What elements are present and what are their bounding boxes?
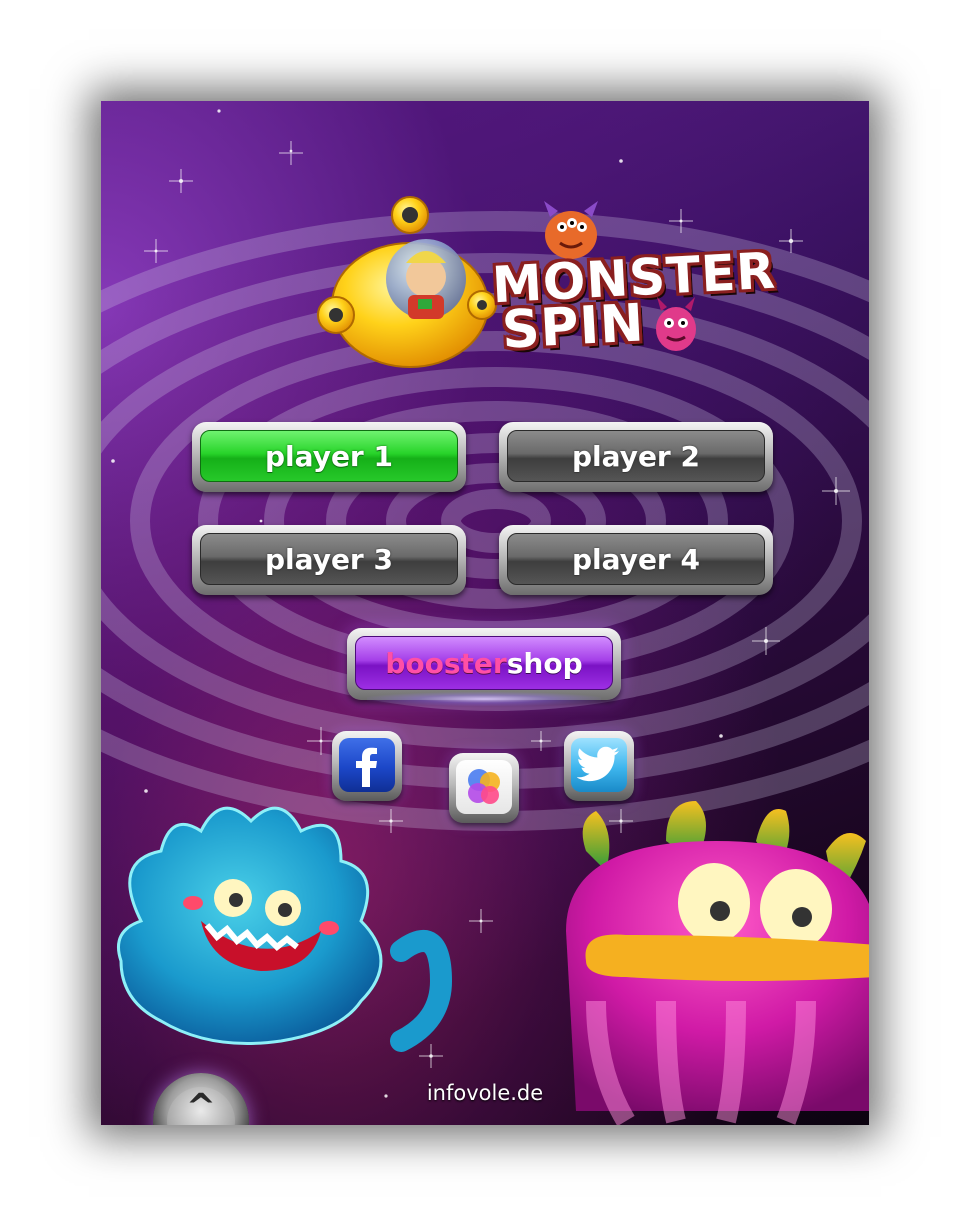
- blue-monster-illustration: [117, 806, 453, 1052]
- player-2-button[interactable]: player 2: [499, 422, 773, 492]
- twitter-icon: [577, 746, 619, 782]
- booster-shop-label-part1: booster: [385, 646, 507, 680]
- player-3-label: player 3: [265, 542, 393, 576]
- player-4-button[interactable]: player 4: [499, 525, 773, 595]
- facebook-button[interactable]: [332, 731, 402, 801]
- player-3-button[interactable]: player 3: [192, 525, 466, 595]
- game-screen: MONSTER SPIN player 1 player 2 player 3 …: [101, 101, 869, 1125]
- pink-monster-illustration: [566, 801, 869, 1125]
- credit-text: infovole.de: [426, 1081, 544, 1105]
- player-4-label: player 4: [572, 542, 700, 576]
- spaceship-pilot-icon: [317, 196, 497, 368]
- player-2-label: player 2: [572, 439, 700, 473]
- booster-shop-button[interactable]: booster shop: [347, 628, 621, 706]
- logo-title-line2: SPIN: [500, 293, 646, 361]
- player-1-button[interactable]: player 1: [192, 422, 466, 492]
- player-1-label: player 1: [265, 439, 393, 473]
- facebook-icon: [356, 747, 377, 787]
- game-center-icon: [468, 769, 500, 804]
- booster-shop-label-part2: shop: [506, 646, 583, 680]
- sparkle-effect: [367, 692, 601, 706]
- pink-monster-icon: [656, 297, 696, 351]
- monster-spin-logo: MONSTER SPIN: [306, 193, 777, 373]
